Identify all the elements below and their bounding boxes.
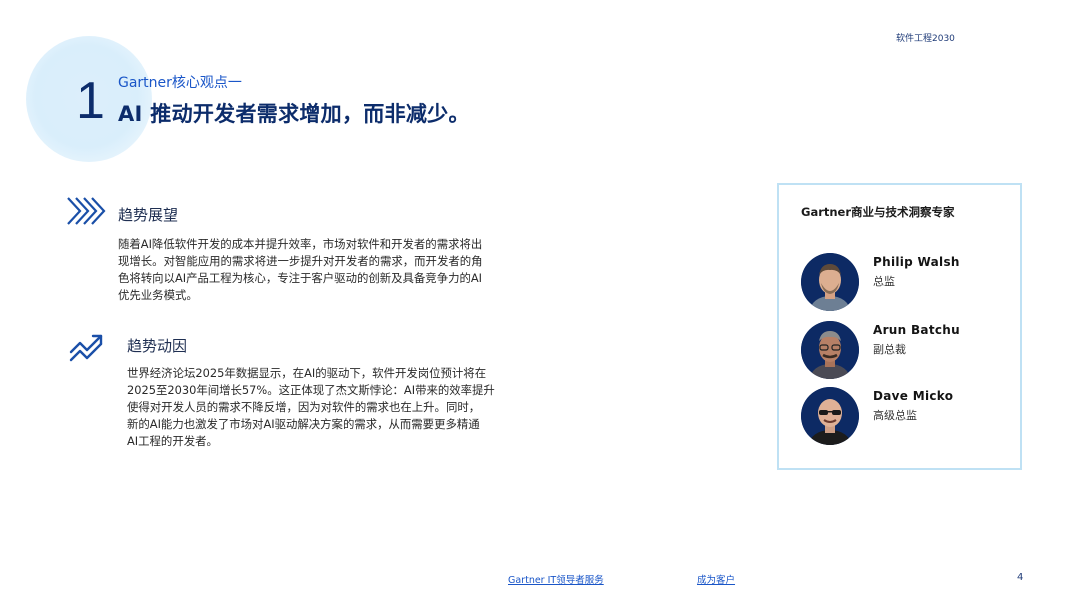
trend-up-icon	[68, 328, 106, 366]
section-number: 1	[76, 72, 105, 130]
footer-link-become-client[interactable]: 成为客户	[697, 572, 735, 586]
section-body-drivers: 世界经济论坛2025年数据显示，在AI的驱动下，软件开发岗位预计将在 2025至…	[127, 365, 527, 450]
experts-title: Gartner商业与技术洞察专家	[801, 205, 955, 219]
text-line: 2025至2030年间增长57%。这正体现了杰文斯悖论：AI带来的效率提升	[127, 383, 495, 397]
text-line: 现增长。对智能应用的需求将进一步提升对开发者的需求，而开发者的角	[118, 254, 483, 268]
expert-role: 总监	[873, 275, 895, 288]
header-label: 软件工程2030	[896, 34, 955, 44]
expert-name: Arun Batchu	[873, 323, 960, 337]
expert-role: 副总裁	[873, 343, 906, 356]
experts-panel: Gartner商业与技术洞察专家 Philip Walsh 总监 Arun Ba…	[777, 183, 1022, 470]
footer-link-it-leaders[interactable]: Gartner IT领导者服务	[508, 572, 604, 586]
avatar	[801, 387, 859, 445]
avatar	[801, 321, 859, 379]
text-line: 随着AI降低软件开发的成本并提升效率，市场对软件和开发者的需求将出	[118, 237, 483, 251]
text-line: 优先业务模式。	[118, 288, 198, 302]
hero-subtitle: Gartner核心观点一	[118, 75, 242, 91]
expert-role: 高级总监	[873, 409, 917, 422]
page-title: AI 推动开发者需求增加，而非减少。	[118, 102, 470, 126]
expert-card: Arun Batchu 副总裁	[801, 321, 1011, 383]
text-line: AI工程的开发者。	[127, 434, 218, 448]
expert-name: Dave Micko	[873, 389, 954, 403]
text-line: 使得对开发人员的需求不降反增，因为对软件的需求也在上升。同时，	[127, 400, 481, 414]
text-line: 新的AI能力也激发了市场对AI驱动解决方案的需求，从而需要更多精通	[127, 417, 480, 431]
avatar	[801, 253, 859, 311]
expert-name: Philip Walsh	[873, 255, 960, 269]
double-chevron-right-icon	[66, 196, 106, 230]
text-line: 世界经济论坛2025年数据显示，在AI的驱动下，软件开发岗位预计将在	[127, 366, 487, 380]
expert-card: Philip Walsh 总监	[801, 253, 1011, 315]
section-heading-drivers: 趋势动因	[127, 337, 188, 355]
section-body-outlook: 随着AI降低软件开发的成本并提升效率，市场对软件和开发者的需求将出 现增长。对智…	[118, 236, 518, 304]
section-heading-outlook: 趋势展望	[118, 206, 179, 224]
page-number: 4	[1017, 572, 1024, 583]
text-line: 色将转向以AI产品工程为核心，专注于客户驱动的创新及具备竞争力的AI	[118, 271, 483, 285]
expert-card: Dave Micko 高级总监	[801, 387, 1011, 449]
